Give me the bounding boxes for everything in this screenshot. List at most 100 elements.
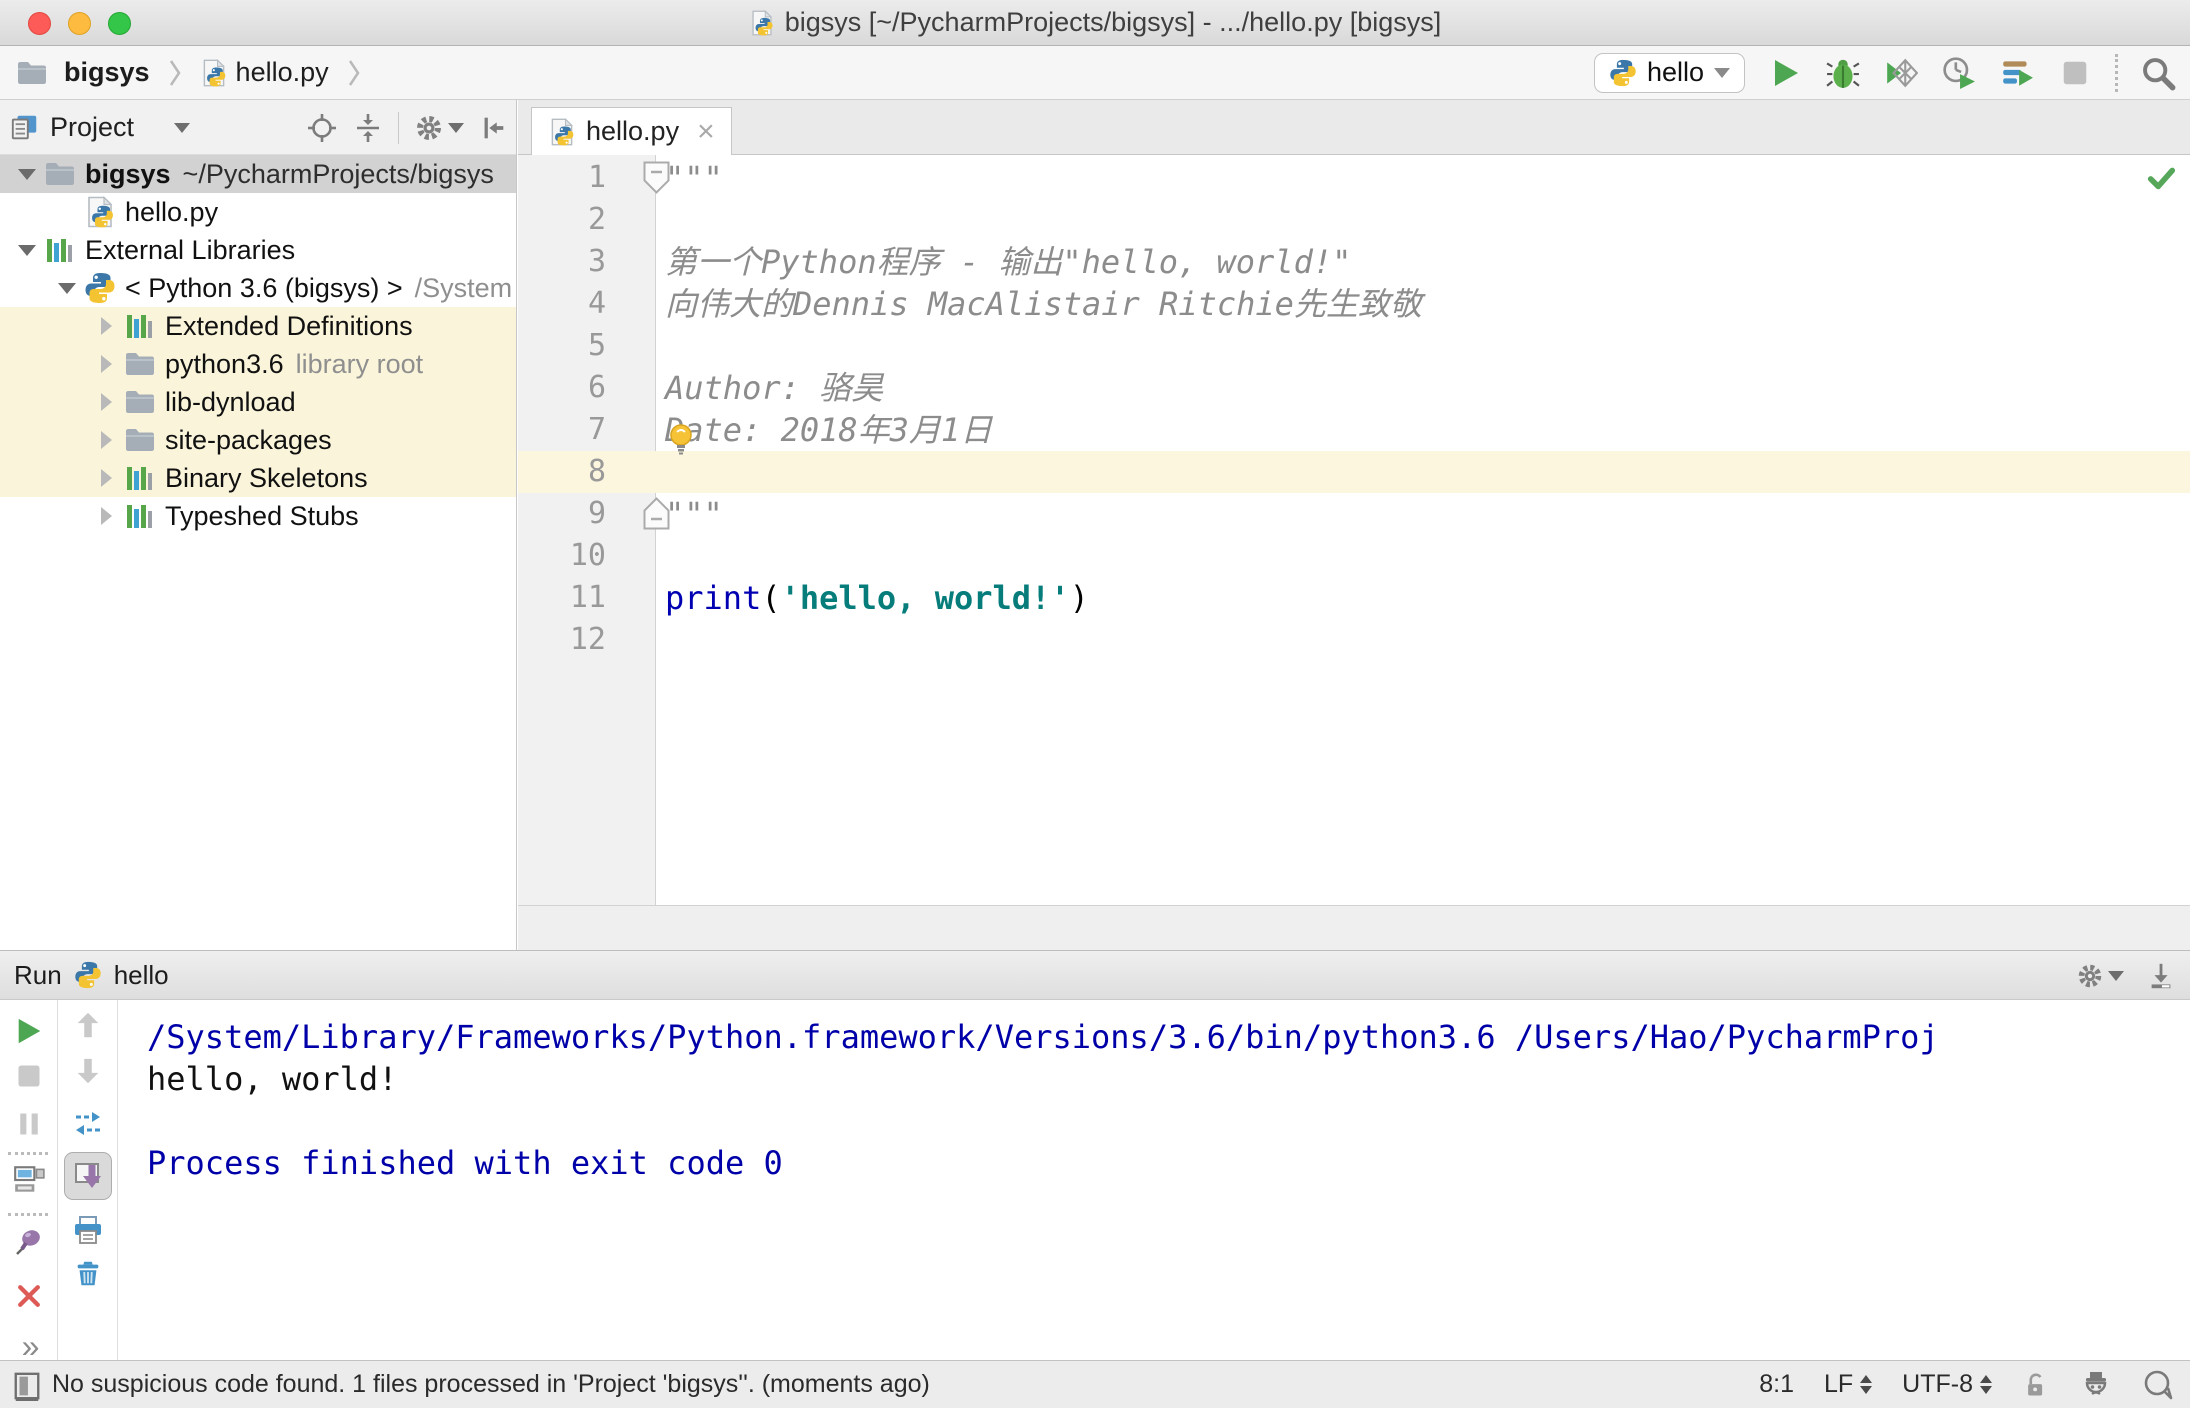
console-line: Process finished with exit code 0 bbox=[147, 1144, 783, 1182]
fold-start-marker-icon[interactable] bbox=[643, 161, 670, 194]
title-bar[interactable]: bigsys [~/PycharmProjects/bigsys] - .../… bbox=[0, 0, 2190, 46]
restore-layout-button[interactable] bbox=[72, 1108, 104, 1140]
console-line: /System/Library/Frameworks/Python.framew… bbox=[147, 1018, 1939, 1056]
code-text: """ bbox=[665, 159, 723, 197]
collapsed-arrow-icon[interactable] bbox=[94, 317, 120, 335]
tree-item-python-3-6-bigsys[interactable]: < Python 3.6 (bigsys) > /System bbox=[0, 269, 516, 307]
encoding-widget[interactable]: UTF-8 bbox=[1902, 1369, 1992, 1400]
editor-line-2[interactable]: 2 bbox=[518, 199, 2190, 241]
editor-line-1[interactable]: 1 """ bbox=[518, 157, 2190, 199]
editor-line-5[interactable]: 5 bbox=[518, 325, 2190, 367]
code-editor[interactable]: 1 """ 2 3 第一个Python程序 - 输出"hello, world!" 4 向伟… bbox=[518, 155, 2190, 905]
fold-end-marker-icon[interactable] bbox=[643, 497, 670, 530]
project-panel-header[interactable]: Project bbox=[0, 100, 516, 155]
expanded-arrow-icon[interactable] bbox=[14, 160, 40, 189]
run-panel-title: Run bbox=[14, 959, 62, 990]
tree-item-lib-dynload[interactable]: lib-dynload bbox=[0, 383, 516, 421]
profile-button[interactable] bbox=[1941, 55, 1977, 91]
zoom-window-button[interactable] bbox=[108, 12, 131, 35]
editor-line-10[interactable]: 10 bbox=[518, 535, 2190, 577]
run-panel-header[interactable]: Run hello bbox=[0, 951, 2190, 1000]
minimize-window-button[interactable] bbox=[68, 12, 91, 35]
pin-tab-button[interactable] bbox=[13, 1226, 45, 1258]
collapse-all-icon[interactable] bbox=[352, 112, 384, 144]
debug-button[interactable] bbox=[1825, 55, 1861, 91]
toolwindow-toggle-icon[interactable] bbox=[12, 1371, 42, 1401]
editor-line-8[interactable]: 8 bbox=[518, 451, 2190, 493]
editor-line-12[interactable]: 12 bbox=[518, 619, 2190, 661]
stop-button bbox=[2057, 55, 2093, 91]
collapsed-arrow-icon[interactable] bbox=[94, 469, 120, 487]
close-tab-icon[interactable]: × bbox=[697, 115, 715, 149]
tree-item-typeshed-stubs[interactable]: Typeshed Stubs bbox=[0, 497, 516, 535]
editor-line-9[interactable]: 9 """ bbox=[518, 493, 2190, 535]
close-panel-button[interactable] bbox=[15, 1282, 43, 1310]
breadcrumb: bigsys hello.py bbox=[16, 57, 371, 89]
tree-item-binary-skeletons[interactable]: Binary Skeletons bbox=[0, 459, 516, 497]
chevron-down-icon[interactable] bbox=[174, 123, 191, 141]
tree-item-extended-definitions[interactable]: Extended Definitions bbox=[0, 307, 516, 345]
run-button[interactable] bbox=[1767, 55, 1803, 91]
status-message[interactable]: No suspicious code found. 1 files proces… bbox=[52, 1370, 930, 1399]
tree-item-python3-6[interactable]: python3.6 library root bbox=[0, 345, 516, 383]
tree-item-hello-py[interactable]: hello.py bbox=[0, 193, 516, 231]
code-text: Date: 2018年3月1日 bbox=[665, 411, 993, 449]
run-console-output[interactable]: /System/Library/Frameworks/Python.framew… bbox=[119, 1000, 2190, 1360]
tree-item-bigsys[interactable]: bigsys ~/PycharmProjects/bigsys bbox=[0, 155, 516, 193]
editor-line-11[interactable]: 11 print('hello, world!') bbox=[518, 577, 2190, 619]
code-text: """ bbox=[665, 495, 723, 533]
folder-icon bbox=[16, 57, 48, 89]
hide-panel-icon[interactable] bbox=[478, 113, 508, 143]
breadcrumb-project[interactable]: bigsys bbox=[64, 57, 150, 88]
expanded-arrow-icon[interactable] bbox=[54, 274, 80, 303]
toolbar-separator bbox=[8, 1152, 48, 1155]
editor-line-3[interactable]: 3 第一个Python程序 - 输出"hello, world!" bbox=[518, 241, 2190, 283]
hector-inspector-icon[interactable] bbox=[2080, 1369, 2112, 1401]
concurrency-diagram-button[interactable] bbox=[1999, 55, 2035, 91]
collapsed-arrow-icon[interactable] bbox=[94, 393, 120, 411]
line-separator-widget[interactable]: LF bbox=[1824, 1369, 1873, 1400]
chevron-right-icon bbox=[348, 59, 360, 86]
tab-hello-py[interactable]: hello.py × bbox=[531, 107, 732, 155]
editor-line-4[interactable]: 4 向伟大的Dennis MacAlistair Ritchie先生致敬 bbox=[518, 283, 2190, 325]
folder-icon bbox=[44, 158, 76, 190]
run-with-coverage-button[interactable] bbox=[1883, 55, 1919, 91]
tree-item-label: bigsys bbox=[85, 158, 171, 189]
tree-item-external-libraries[interactable]: External Libraries bbox=[0, 231, 516, 269]
inspection-status-ok-icon[interactable] bbox=[2146, 163, 2176, 193]
print-console-button[interactable] bbox=[72, 1214, 104, 1246]
locate-file-icon[interactable] bbox=[306, 112, 338, 144]
rerun-button[interactable] bbox=[14, 1016, 44, 1046]
hide-panel-down-icon[interactable] bbox=[2146, 961, 2176, 991]
close-window-button[interactable] bbox=[28, 12, 51, 35]
show-layouts-button[interactable] bbox=[12, 1163, 46, 1197]
settings-gear-icon[interactable] bbox=[413, 112, 464, 144]
event-log-bubble-icon[interactable] bbox=[2142, 1369, 2174, 1401]
editor-line-6[interactable]: 6 Author: 骆昊 bbox=[518, 367, 2190, 409]
tree-item-label: < Python 3.6 (bigsys) > bbox=[125, 272, 403, 303]
search-everywhere-icon[interactable] bbox=[2140, 55, 2176, 91]
collapsed-arrow-icon[interactable] bbox=[94, 507, 120, 525]
expanded-arrow-icon[interactable] bbox=[14, 236, 40, 265]
intention-bulb-icon[interactable] bbox=[666, 423, 696, 459]
clear-console-button[interactable] bbox=[73, 1258, 103, 1288]
run-tool-window: Run hello » /System/Library/Frameworks/P… bbox=[0, 950, 2190, 1364]
tree-item-location: library root bbox=[295, 348, 424, 379]
editor-scrollbar-strip[interactable] bbox=[518, 905, 2190, 950]
tree-item-site-packages[interactable]: site-packages bbox=[0, 421, 516, 459]
tree-item-label: lib-dynload bbox=[165, 386, 296, 417]
run-configuration-select[interactable]: hello bbox=[1593, 52, 1745, 93]
line-number: 6 bbox=[587, 370, 606, 405]
window-controls bbox=[28, 12, 131, 35]
scroll-to-end-button[interactable] bbox=[63, 1152, 112, 1200]
readonly-lock-icon[interactable] bbox=[2022, 1371, 2050, 1399]
run-config-name: hello bbox=[113, 959, 169, 990]
cursor-position-widget[interactable]: 8:1 bbox=[1759, 1370, 1794, 1399]
collapsed-arrow-icon[interactable] bbox=[94, 355, 120, 373]
settings-gear-icon[interactable] bbox=[2075, 961, 2124, 991]
collapsed-arrow-icon[interactable] bbox=[94, 431, 120, 449]
editor-line-7[interactable]: 7 Date: 2018年3月1日 bbox=[518, 409, 2190, 451]
tree-item-label: Typeshed Stubs bbox=[165, 500, 359, 531]
breadcrumb-file[interactable]: hello.py bbox=[236, 57, 329, 88]
